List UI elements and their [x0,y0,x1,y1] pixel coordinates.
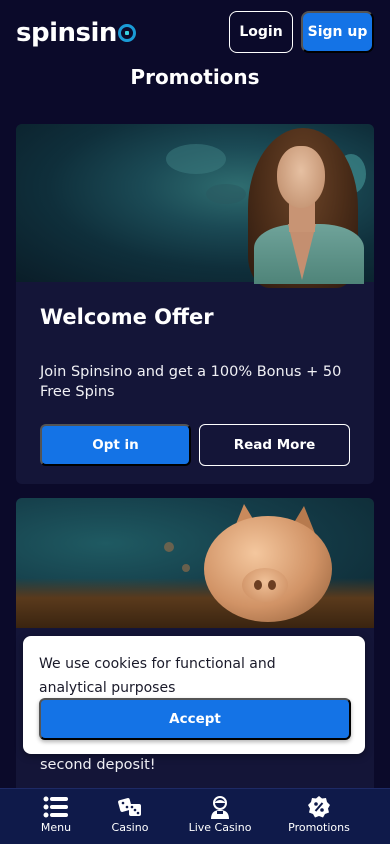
dice-icon [117,795,143,819]
page-title: Promotions [130,65,260,89]
nav-item-promotions[interactable]: Promotions [284,789,354,844]
opt-in-button[interactable]: Opt in [40,424,191,466]
login-button[interactable]: Login [229,11,293,53]
cookie-banner: We use cookies for functional and analyt… [23,636,365,754]
falling-coin [182,564,190,572]
promo-banner-image [16,498,374,628]
bottom-nav: Menu Casino Live Casino Promotions [0,788,390,844]
promo-description: Join Spinsino and get a 100% Bonus + 50 … [40,364,342,400]
nav-item-menu[interactable]: Menu [28,789,84,844]
promo-title: Welcome Offer [40,305,214,329]
nav-label: Casino [111,821,149,834]
top-header: spinsin Login Sign up [0,0,390,66]
promo-banner-image [16,124,374,288]
accept-cookies-button[interactable]: Accept [39,698,351,740]
falling-coin [164,542,174,552]
nav-label: Live Casino [188,821,252,834]
piggy-snout [242,568,288,602]
read-more-button[interactable]: Read More [199,424,350,466]
spinsino-logo[interactable]: spinsin [16,18,136,48]
nav-label: Menu [40,821,72,834]
cookie-message: We use cookies for functional and analyt… [39,656,276,696]
nav-item-live-casino[interactable]: Live Casino [182,789,258,844]
menu-icon [43,795,69,819]
woman-face [277,146,325,208]
promo-card-welcome: Welcome Offer Join Spinsino and get a 10… [16,124,374,484]
nav-item-casino[interactable]: Casino [102,789,158,844]
promo-description: second deposit! [40,757,156,773]
signup-button[interactable]: Sign up [301,11,374,53]
bokeh-light [206,184,246,204]
nav-label: Promotions [288,821,350,834]
logo-text: spinsin [16,18,117,48]
dealer-icon [207,795,233,819]
logo-o-icon [117,24,136,42]
percent-badge-icon [306,795,332,819]
bokeh-light [166,144,226,174]
